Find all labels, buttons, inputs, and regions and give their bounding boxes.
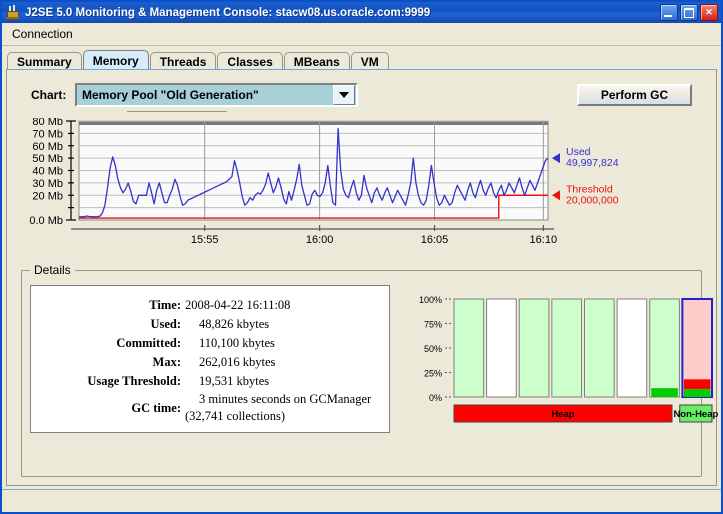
- bar-y-axis-label: 75%: [424, 320, 442, 330]
- detail-row-used: Used: 48,826 kbytes: [31, 315, 389, 334]
- status-bar: [2, 489, 721, 512]
- memory-group-label: Non-Heap: [673, 409, 718, 420]
- detail-key: Max:: [31, 353, 185, 372]
- memory-pool-bar[interactable]: [552, 299, 582, 397]
- detail-value: 48,826 kbytes: [185, 315, 389, 334]
- chart-select-value: Memory Pool "Old Generation": [77, 88, 333, 102]
- detail-row-gc-time: GC time: 3 minutes seconds on GCManager …: [31, 391, 389, 425]
- memory-pool-bar-used: [651, 388, 678, 397]
- perform-gc-button[interactable]: Perform GC: [577, 84, 692, 106]
- java-cup-icon: [5, 5, 21, 21]
- memory-pool-bar[interactable]: [487, 299, 517, 397]
- y-axis-label: 0.0 Mb: [29, 215, 63, 227]
- y-axis-label: 50 Mb: [32, 153, 63, 165]
- memory-pool-bar[interactable]: [617, 299, 647, 397]
- plot-top-band: [79, 121, 548, 125]
- detail-row-committed: Committed: 110,100 kbytes: [31, 334, 389, 353]
- chart-select-label: Chart:: [31, 88, 66, 102]
- memory-usage-line-chart: 0.0 Mb 20 Mb30 Mb40 Mb50 Mb60 Mb70 Mb80 M…: [21, 118, 666, 253]
- used-legend-marker: [552, 153, 560, 163]
- bar-y-axis-label: 50%: [424, 344, 442, 354]
- details-text-box: Time: 2008-04-22 16:11:08 Used: 48,826 k…: [30, 285, 390, 433]
- y-axis-label: 20 Mb: [32, 190, 63, 202]
- threshold-legend-value: 20,000,000: [566, 194, 619, 206]
- detail-gc-line1: 3 minutes seconds on GCManager: [185, 391, 389, 408]
- detail-row-usage-threshold: Usage Threshold: 19,531 kbytes: [31, 372, 389, 391]
- detail-value: 262,016 kbytes: [185, 353, 389, 372]
- detail-key: GC time:: [31, 399, 185, 418]
- window-controls: ✕: [660, 4, 718, 21]
- x-axis-label: 16:10: [530, 234, 558, 246]
- memory-pools-bar-chart: 0% 25% 50% 75% 100% Heap Non-Heap: [410, 285, 720, 435]
- menu-bar: Connection: [2, 23, 721, 46]
- combo-underline: [127, 111, 227, 112]
- minimize-button[interactable]: [660, 4, 678, 21]
- maximize-button[interactable]: [680, 4, 698, 21]
- y-axis-label: 30 Mb: [32, 178, 63, 190]
- detail-gc-line2: (32,741 collections): [185, 408, 389, 425]
- details-group: Details Time: 2008-04-22 16:11:08 Used: …: [21, 270, 702, 477]
- detail-value: 19,531 kbytes: [185, 372, 389, 391]
- memory-pool-bar[interactable]: [650, 299, 680, 397]
- bar-y-axis-label: 100%: [419, 295, 442, 305]
- y-axis-label: 40 Mb: [32, 166, 63, 178]
- memory-pool-bar-used: [684, 389, 711, 397]
- application-window: J2SE 5.0 Monitoring & Management Console…: [0, 0, 723, 514]
- memory-tab-panel: Chart: Memory Pool "Old Generation" Perf…: [6, 69, 717, 486]
- threshold-legend-marker: [552, 190, 560, 200]
- chevron-down-icon[interactable]: [333, 85, 355, 105]
- y-axis-label: 80 Mb: [32, 118, 63, 128]
- detail-value: 110,100 kbytes: [185, 334, 389, 353]
- detail-row-time: Time: 2008-04-22 16:11:08: [31, 296, 389, 315]
- tab-mbeans[interactable]: MBeans: [284, 52, 350, 70]
- details-title: Details: [30, 263, 75, 277]
- detail-row-max: Max: 262,016 kbytes: [31, 353, 389, 372]
- tab-vm[interactable]: VM: [351, 52, 389, 70]
- tab-classes[interactable]: Classes: [217, 52, 282, 70]
- used-legend-value: 49,997,824: [566, 157, 619, 169]
- detail-key: Used:: [31, 315, 185, 334]
- memory-pool-bar[interactable]: [585, 299, 615, 397]
- window-title: J2SE 5.0 Monitoring & Management Console…: [25, 7, 430, 19]
- tab-bar: Summary Memory Threads Classes MBeans VM: [2, 46, 721, 70]
- x-axis-label: 16:00: [306, 234, 334, 246]
- y-axis-label: 60 Mb: [32, 141, 63, 153]
- tab-memory[interactable]: Memory: [83, 50, 149, 70]
- bar-chart-svg: 0% 25% 50% 75% 100% Heap Non-Heap: [410, 285, 720, 435]
- x-axis-label: 16:05: [421, 234, 449, 246]
- menu-item-connection[interactable]: Connection: [5, 25, 80, 43]
- memory-group-label: Heap: [551, 409, 574, 420]
- memory-pool-bar-threshold: [684, 379, 711, 389]
- close-button[interactable]: ✕: [700, 4, 718, 21]
- tab-threads[interactable]: Threads: [150, 52, 217, 70]
- chart-select[interactable]: Memory Pool "Old Generation": [75, 83, 358, 107]
- title-bar: J2SE 5.0 Monitoring & Management Console…: [2, 2, 721, 23]
- x-axis-label: 15:55: [191, 234, 219, 246]
- detail-key: Usage Threshold:: [31, 372, 185, 391]
- memory-pool-bar[interactable]: [454, 299, 484, 397]
- detail-key: Time:: [31, 296, 185, 315]
- tab-summary[interactable]: Summary: [7, 52, 82, 70]
- detail-key: Committed:: [31, 334, 185, 353]
- chart-controls: Chart: Memory Pool "Old Generation" Perf…: [7, 82, 716, 110]
- y-axis-label: 70 Mb: [32, 128, 63, 140]
- bar-y-axis-label: 25%: [424, 369, 442, 379]
- detail-value: 2008-04-22 16:11:08: [185, 296, 389, 315]
- bar-y-axis-label: 0%: [429, 393, 442, 403]
- line-chart-svg: 0.0 Mb 20 Mb30 Mb40 Mb50 Mb60 Mb70 Mb80 M…: [21, 118, 666, 253]
- memory-pool-bar[interactable]: [519, 299, 549, 397]
